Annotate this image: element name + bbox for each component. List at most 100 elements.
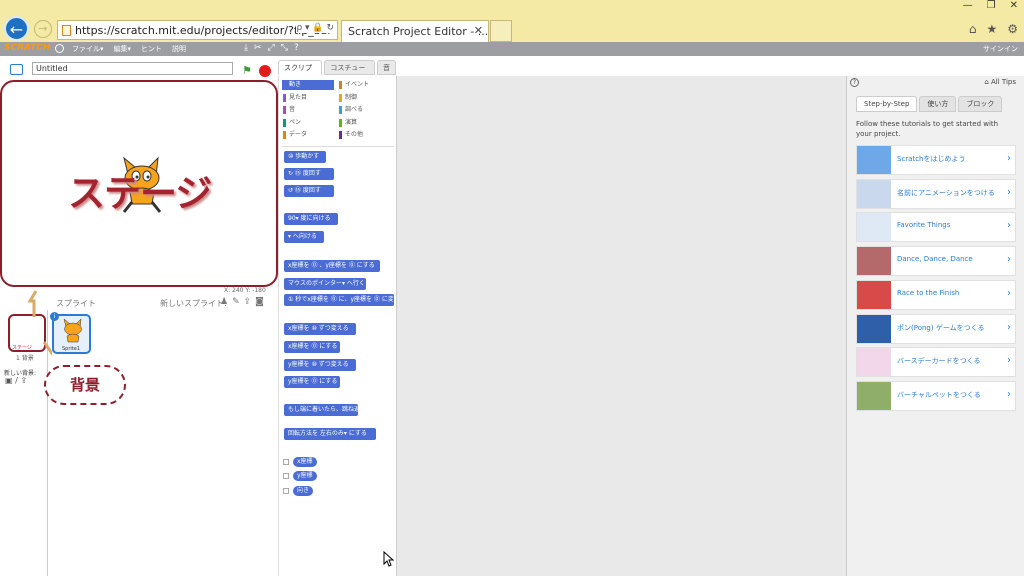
motion-block[interactable]: ① 秒でx座標を ⓪ に、y座標を ⓪ に変 bbox=[284, 294, 394, 306]
script-area[interactable] bbox=[396, 76, 846, 576]
tips-help-icon[interactable]: ? bbox=[850, 78, 859, 87]
category-l4[interactable]: データ bbox=[282, 130, 334, 140]
duplicate-icon[interactable]: ⤓ bbox=[244, 43, 248, 53]
new-sprite-label: 新しいスプライト: bbox=[160, 299, 227, 308]
upload-backdrop-icon[interactable]: ⇪ bbox=[20, 376, 27, 385]
favorites-star-icon[interactable]: ★ bbox=[986, 22, 997, 36]
all-tips-link[interactable]: ⌂ All Tips bbox=[984, 78, 1016, 86]
reporter-checkbox[interactable] bbox=[283, 459, 289, 465]
menu-tips[interactable]: ヒント bbox=[141, 44, 162, 54]
category-l2[interactable]: 音 bbox=[282, 105, 334, 115]
category-label: データ bbox=[289, 131, 308, 138]
help-icon[interactable]: ? bbox=[294, 43, 299, 53]
close-window-button[interactable]: ✕ bbox=[1010, 0, 1018, 11]
motion-block[interactable]: ▾ へ向ける bbox=[284, 231, 324, 243]
tutorial-item[interactable]: バーチャルペットをつくる › bbox=[856, 380, 1016, 411]
tutorial-item[interactable]: Race to the Finish › bbox=[856, 279, 1016, 310]
reporter-checkbox[interactable] bbox=[283, 488, 289, 494]
green-flag-icon[interactable]: ⚑ bbox=[242, 64, 252, 77]
paint-backdrop-icon[interactable]: / bbox=[15, 376, 18, 385]
fullscreen-icon[interactable] bbox=[10, 64, 23, 75]
category-color-swatch bbox=[283, 93, 286, 102]
home-icon[interactable]: ⌂ bbox=[969, 22, 977, 36]
sprite-library-icon[interactable]: ♟ bbox=[220, 297, 228, 307]
tutorial-title: Race to the Finish bbox=[897, 288, 960, 297]
grow-icon[interactable]: ⤢ bbox=[268, 43, 275, 53]
forward-button[interactable]: → bbox=[34, 20, 52, 38]
project-title-input[interactable]: Untitled bbox=[32, 62, 233, 75]
tutorial-item[interactable]: バースデーカードをつくる › bbox=[856, 347, 1016, 378]
address-bar[interactable]: https://scratch.mit.edu/projects/editor/… bbox=[57, 20, 338, 40]
category-l0[interactable]: 動き bbox=[282, 80, 334, 90]
motion-block[interactable]: x座標を ⓪ 、y座標を ⓪ にする bbox=[284, 260, 380, 272]
menu-file[interactable]: ファイル▾ bbox=[72, 44, 104, 54]
browser-tab[interactable]: Scratch Project Editor - ... ✕ bbox=[341, 20, 489, 42]
sign-in-link[interactable]: サインイン bbox=[983, 44, 1018, 54]
reporter-block[interactable]: x座標 bbox=[293, 457, 317, 467]
category-r4[interactable]: その他 bbox=[338, 130, 390, 140]
sprite-thumbnail[interactable]: i Sprite1 bbox=[50, 312, 91, 354]
category-r3[interactable]: 演算 bbox=[338, 118, 390, 128]
scratch-menubar: SCRATCH ファイル▾ 編集▾ ヒント 説明 ⤓ ✂ ⤢ ⤡ ? サインイン bbox=[0, 42, 1024, 56]
language-globe-icon[interactable] bbox=[55, 44, 64, 53]
tab-costumes[interactable]: コスチューム bbox=[324, 60, 375, 86]
stop-button[interactable] bbox=[259, 65, 271, 77]
reporter-checkbox[interactable] bbox=[283, 473, 289, 479]
delete-icon[interactable]: ✂ bbox=[254, 43, 262, 53]
address-bar-actions[interactable]: ρ ▾ 🔒 ↻ bbox=[296, 23, 334, 33]
tab-how-to[interactable]: 使い方 bbox=[919, 96, 957, 112]
palette-tabs: スクリプト コスチューム 音 bbox=[278, 60, 396, 86]
menu-edit[interactable]: 編集▾ bbox=[114, 44, 132, 54]
url-text: https://scratch.mit.edu/projects/editor/… bbox=[75, 23, 332, 37]
motion-block[interactable]: 90▾ 度に向ける bbox=[284, 213, 338, 225]
motion-block[interactable]: マウスのポインター▾ へ行く bbox=[284, 278, 366, 290]
tab-step-by-step[interactable]: Step-by-Step bbox=[856, 96, 918, 112]
window-controls: — ❐ ✕ bbox=[963, 0, 1018, 11]
tutorial-title: バースデーカードをつくる bbox=[897, 357, 981, 366]
back-button[interactable]: ← bbox=[4, 16, 29, 41]
tutorial-item[interactable]: 名前にアニメーションをつける › bbox=[856, 178, 1016, 209]
backdrop-library-icon[interactable]: ▣ bbox=[5, 376, 13, 385]
category-color-swatch bbox=[339, 93, 342, 102]
tutorial-thumbnail bbox=[857, 146, 891, 174]
motion-block[interactable]: ↻ ⑮ 度回す bbox=[284, 168, 334, 180]
category-r2[interactable]: 調べる bbox=[338, 105, 390, 115]
category-color-swatch bbox=[283, 118, 286, 127]
restore-button[interactable]: ❐ bbox=[987, 0, 996, 11]
tutorial-item[interactable]: ポン(Pong) ゲームをつくる › bbox=[856, 313, 1016, 344]
tutorial-item[interactable]: Scratchをはじめよう › bbox=[856, 145, 1016, 175]
tab-blocks[interactable]: ブロック bbox=[958, 96, 1003, 112]
tab-close-icon[interactable]: ✕ bbox=[474, 24, 483, 37]
camera-sprite-icon[interactable]: ◙ bbox=[255, 297, 264, 307]
motion-block[interactable]: x座標を ⓪ にする bbox=[284, 341, 340, 353]
minimize-button[interactable]: — bbox=[963, 0, 973, 11]
paint-sprite-icon[interactable]: ✎ bbox=[232, 297, 240, 307]
category-l1[interactable]: 見た目 bbox=[282, 93, 334, 103]
menu-about[interactable]: 説明 bbox=[172, 44, 186, 54]
motion-block[interactable]: 回転方法を 左右のみ▾ にする bbox=[284, 428, 376, 440]
tutorial-item[interactable]: Dance, Dance, Dance › bbox=[856, 246, 1016, 277]
category-color-swatch bbox=[339, 81, 342, 89]
motion-block[interactable]: ↺ ⑮ 度回す bbox=[284, 185, 334, 197]
reporter-block[interactable]: y座標 bbox=[293, 471, 317, 481]
sprite-pane-header: スプライト 新しいスプライト: ♟ ✎ ⇪ ◙ bbox=[48, 297, 278, 310]
motion-block[interactable]: y座標を ⑩ ずつ変える bbox=[284, 359, 356, 371]
chevron-right-icon: › bbox=[1007, 321, 1011, 333]
reporter-block[interactable]: 向き bbox=[293, 486, 314, 496]
category-r1[interactable]: 制御 bbox=[338, 93, 390, 103]
scratch-logo[interactable]: SCRATCH bbox=[4, 43, 50, 53]
shrink-icon[interactable]: ⤡ bbox=[281, 43, 288, 53]
upload-sprite-icon[interactable]: ⇪ bbox=[244, 297, 252, 307]
motion-block[interactable]: x座標を ⑩ ずつ変える bbox=[284, 323, 356, 335]
motion-block[interactable]: もし端に着いたら、跳ね返る bbox=[284, 404, 366, 416]
settings-gear-icon[interactable]: ⚙ bbox=[1007, 22, 1018, 36]
tab-sounds[interactable]: 音 bbox=[377, 60, 396, 75]
category-color-swatch bbox=[283, 131, 286, 139]
category-r0[interactable]: イベント bbox=[338, 80, 390, 90]
category-l3[interactable]: ペン bbox=[282, 118, 334, 128]
tutorial-item[interactable]: Favorite Things › bbox=[856, 212, 1016, 243]
motion-block[interactable]: ⑩ 歩動かす bbox=[284, 151, 326, 163]
new-tab-button[interactable] bbox=[490, 20, 512, 42]
tab-scripts[interactable]: スクリプト bbox=[278, 60, 323, 86]
motion-block[interactable]: y座標を ⓪ にする bbox=[284, 376, 340, 388]
